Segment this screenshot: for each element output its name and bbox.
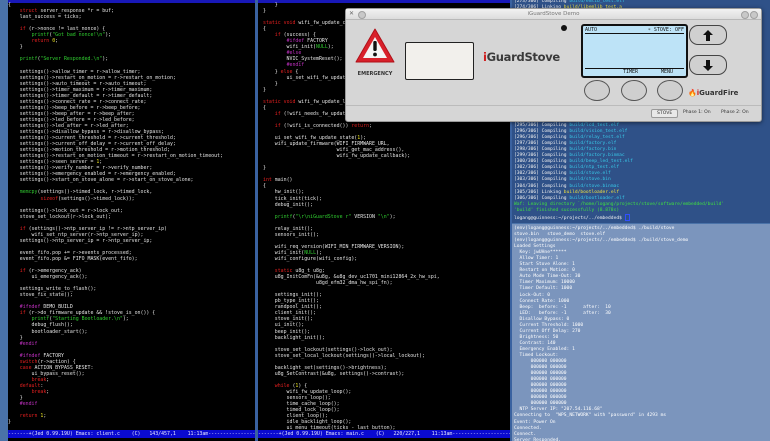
phase2-status: Phase 2: On <box>721 110 749 115</box>
terminal-line: logang@guinness:~/projects/../embedded$ <box>514 213 724 221</box>
mode-line: -------+(Jed 0.99.19U) Emacs: client.c (… <box>8 430 255 438</box>
lcd-screen: AUTO ⌔ STOVE: OFF TIMER MENU <box>581 24 688 78</box>
lcd-stove-status: STOVE: OFF <box>653 27 684 33</box>
terminal-cursor <box>624 213 630 221</box>
softkey-left-button[interactable] <box>584 80 610 101</box>
up-button[interactable] <box>689 25 727 45</box>
down-button[interactable] <box>689 55 727 75</box>
terminal-line: Server Responded. <box>514 437 562 441</box>
display-window <box>405 42 474 80</box>
emergency-label: EMERGENCY <box>357 71 393 77</box>
iguardstove-logo: iGuardStove <box>483 50 560 64</box>
demo-window[interactable]: ✕ iGuardStove Demo EMERGENCY iGuardStove… <box>345 8 762 122</box>
mode-line: -------+(Jed 0.99.19U) Emacs: main.c (C)… <box>258 430 510 438</box>
stove-button[interactable]: STOVE <box>651 109 679 118</box>
iguardfire-logo: 🔥iGuardFire <box>688 89 739 97</box>
close-button[interactable] <box>750 11 758 19</box>
lcd-mode: AUTO <box>585 27 598 33</box>
window-title: iGuardStove Demo <box>527 11 580 17</box>
softkey-menu-button[interactable] <box>657 80 683 101</box>
arrow-down-icon <box>703 59 713 71</box>
minimize-button[interactable] <box>741 11 749 19</box>
softkey-timer-button[interactable] <box>621 80 647 101</box>
editor-client-c[interactable]: { struct server_response *r = buf; last_… <box>8 0 255 441</box>
status-bar: STOVE Phase 1: On Phase 2: On <box>346 105 761 121</box>
terminal-line: Connecting to "WPS_NETWORK" with "passwo… <box>514 413 667 419</box>
status-led <box>561 25 567 31</box>
arrow-up-icon <box>703 29 713 41</box>
wifi-icon: ⌔ <box>647 27 651 33</box>
terminal-tail: [294/306] Compiling build/lcd_test.bin[2… <box>514 117 724 221</box>
flame-icon: 🔥 <box>688 89 697 97</box>
window-shade-button[interactable] <box>358 11 366 19</box>
lcd-softkey-timer: TIMER <box>623 69 639 75</box>
code-line: } <box>8 419 11 426</box>
terminal-output: (env)logang@guinness:~/projects/../embed… <box>514 226 688 441</box>
window-titlebar[interactable]: ✕ iGuardStove Demo <box>346 9 761 20</box>
lcd-softkey-menu: MENU <box>661 69 674 75</box>
code-area[interactable]: { struct server_response *r = buf; last_… <box>8 2 255 425</box>
window-menu-icon[interactable]: ✕ <box>349 9 354 19</box>
emergency-button[interactable]: EMERGENCY <box>354 27 396 77</box>
phase1-status: Phase 1: On <box>683 110 711 115</box>
warning-triangle-icon <box>355 28 395 63</box>
run-terminal[interactable]: (env)logang@guinness:~/projects/../embed… <box>512 224 770 441</box>
